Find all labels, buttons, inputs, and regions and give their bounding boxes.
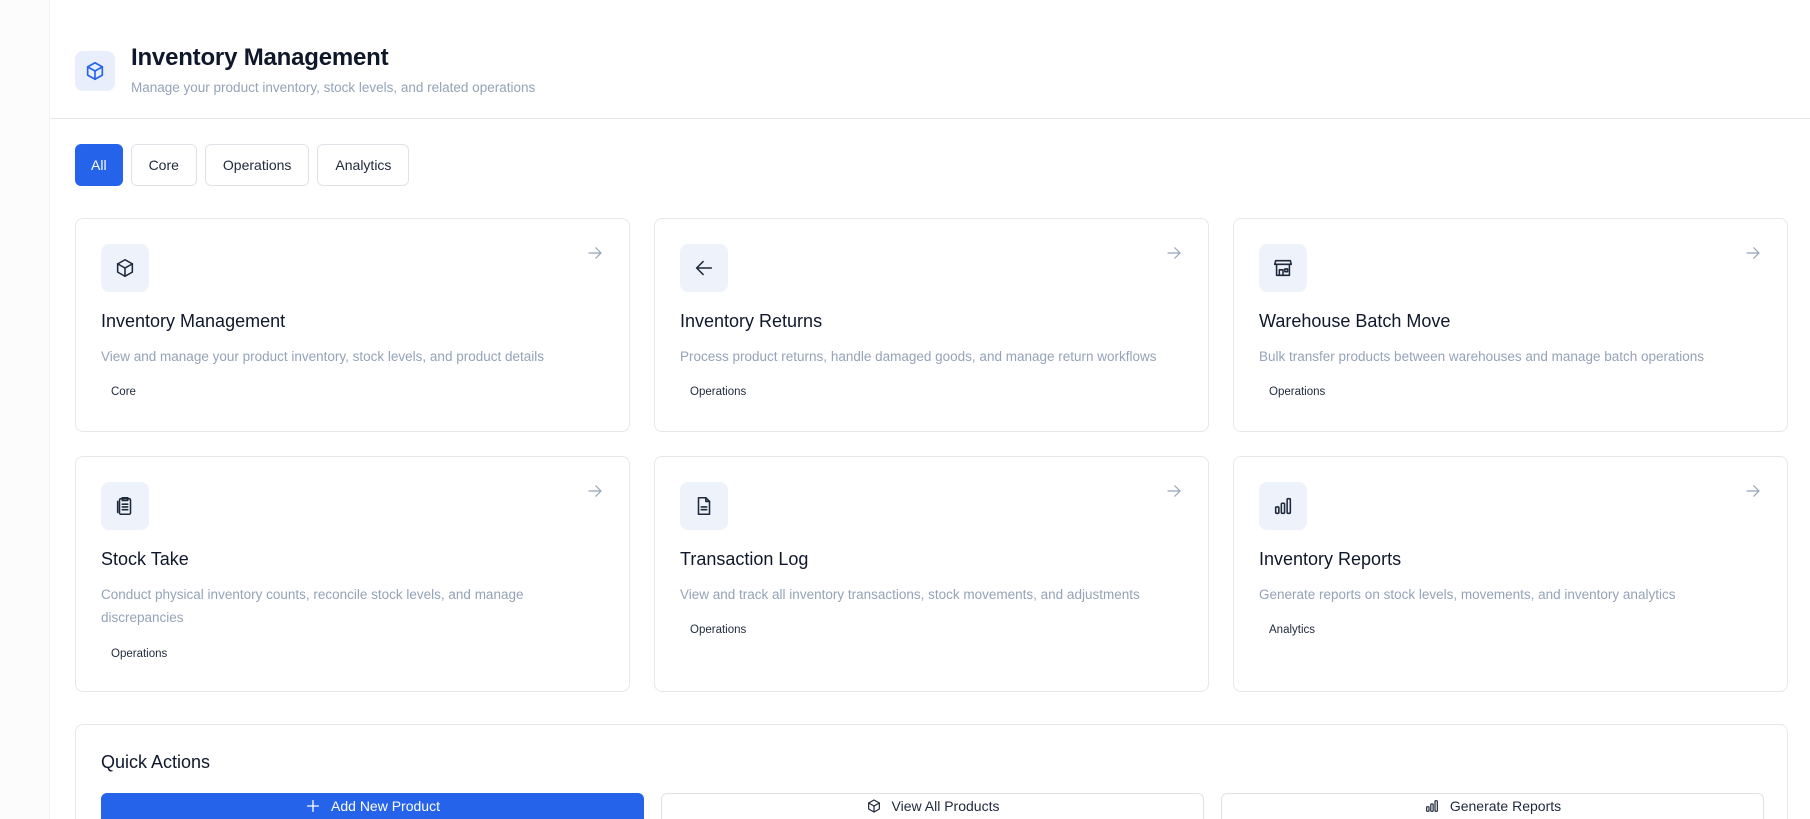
arrow-right-icon xyxy=(1743,243,1763,263)
add-new-product-button[interactable]: Add New Product xyxy=(101,793,644,819)
arrow-right-icon xyxy=(585,481,605,501)
page: Inventory Management Manage your product… xyxy=(0,0,1810,819)
card-warehouse-batch-move[interactable]: Warehouse Batch Move Bulk transfer produ… xyxy=(1233,218,1788,432)
category-badge: Operations xyxy=(690,386,747,398)
card-description: Process product returns, handle damaged … xyxy=(680,349,1157,364)
card-inventory-returns[interactable]: Inventory Returns Process product return… xyxy=(654,218,1209,432)
bar-chart-icon xyxy=(1424,798,1440,814)
card-description: Bulk transfer products between warehouse… xyxy=(1259,349,1705,364)
add-new-product-label: Add New Product xyxy=(331,798,440,814)
page-title: Inventory Management xyxy=(131,44,389,71)
package-icon xyxy=(75,51,115,91)
file-text-icon xyxy=(680,482,728,530)
card-stock-take[interactable]: Stock Take Conduct physical inventory co… xyxy=(75,456,630,692)
card-inventory-reports[interactable]: Inventory Reports Generate reports on st… xyxy=(1233,456,1788,692)
quick-actions-panel: Quick Actions Add New Product View All P… xyxy=(75,724,1788,819)
category-badge: Core xyxy=(111,386,136,398)
category-filter-tabs: All Core Operations Analytics xyxy=(75,144,410,186)
warehouse-icon xyxy=(1259,244,1307,292)
category-badge: Analytics xyxy=(1269,624,1316,636)
card-title: Inventory Reports xyxy=(1259,549,1402,569)
generate-reports-button[interactable]: Generate Reports xyxy=(1221,793,1764,819)
arrow-left-icon xyxy=(680,244,728,292)
category-badge: Operations xyxy=(690,624,747,636)
arrow-right-icon xyxy=(1743,481,1763,501)
page-header: Inventory Management Manage your product… xyxy=(50,0,1810,119)
category-badge: Operations xyxy=(1269,386,1326,398)
module-cards-grid: Inventory Management View and manage you… xyxy=(75,218,1788,692)
tab-analytics[interactable]: Analytics xyxy=(317,144,410,186)
package-icon xyxy=(866,798,882,814)
bar-chart-icon xyxy=(1259,482,1307,530)
page-subtitle: Manage your product inventory, stock lev… xyxy=(131,80,536,95)
tab-core[interactable]: Core xyxy=(130,144,197,186)
plus-icon xyxy=(305,798,321,814)
card-title: Inventory Returns xyxy=(680,311,823,331)
card-title: Warehouse Batch Move xyxy=(1259,311,1451,331)
card-title: Inventory Management xyxy=(101,311,286,331)
card-description: Generate reports on stock levels, moveme… xyxy=(1259,587,1676,602)
category-badge: Operations xyxy=(111,648,168,660)
card-title: Stock Take xyxy=(101,549,189,569)
quick-actions-title: Quick Actions xyxy=(101,752,211,772)
arrow-right-icon xyxy=(585,243,605,263)
generate-reports-label: Generate Reports xyxy=(1449,798,1562,814)
card-transaction-log[interactable]: Transaction Log View and track all inven… xyxy=(654,456,1209,692)
tab-operations[interactable]: Operations xyxy=(204,144,310,186)
view-all-products-button[interactable]: View All Products xyxy=(661,793,1204,819)
package-icon xyxy=(101,244,149,292)
view-all-products-label: View All Products xyxy=(891,798,1000,814)
tab-all[interactable]: All xyxy=(75,144,123,186)
card-description: Conduct physical inventory counts, recon… xyxy=(101,587,524,625)
arrow-right-icon xyxy=(1164,481,1184,501)
card-title: Transaction Log xyxy=(680,549,809,569)
sidebar-edge xyxy=(0,0,50,819)
quick-actions-row: Add New Product View All Products Genera… xyxy=(101,793,1764,819)
arrow-right-icon xyxy=(1164,243,1184,263)
card-description: View and track all inventory transaction… xyxy=(680,587,1140,602)
card-description: View and manage your product inventory, … xyxy=(101,349,545,364)
card-inventory-management[interactable]: Inventory Management View and manage you… xyxy=(75,218,630,432)
clipboard-icon xyxy=(101,482,149,530)
